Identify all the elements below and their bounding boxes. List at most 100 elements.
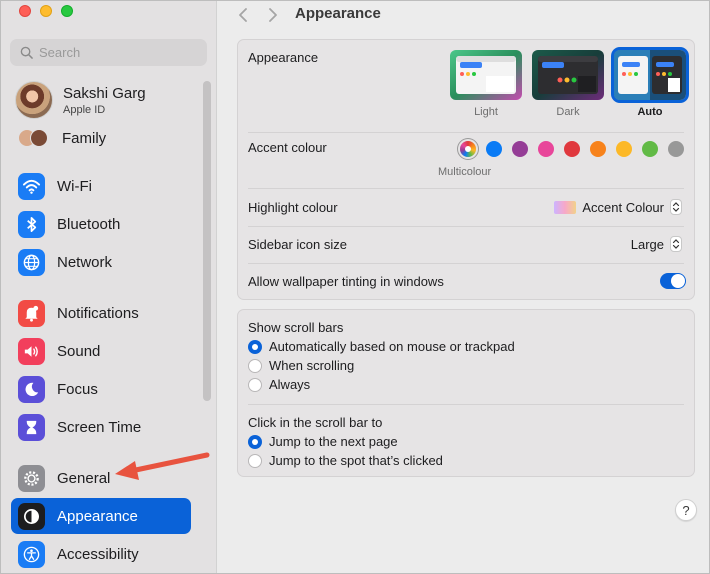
appearance-option-dark[interactable] xyxy=(532,50,604,100)
family-avatars xyxy=(18,128,52,148)
help-button[interactable]: ? xyxy=(675,499,697,521)
globe-icon xyxy=(18,248,45,276)
search-input[interactable] xyxy=(39,45,189,60)
sidebar-item-bluetooth[interactable]: Bluetooth xyxy=(11,206,191,242)
close-button[interactable] xyxy=(19,5,31,17)
avatar xyxy=(15,81,53,119)
hourglass-icon xyxy=(18,413,45,441)
sidebar-item-sound[interactable]: Sound xyxy=(11,333,191,369)
user-subtitle: Apple ID xyxy=(63,103,106,116)
system-settings-window: Sakshi Garg Apple ID Family Wi-Fi Blueto… xyxy=(0,0,710,574)
sidebar-item-label: Screen Time xyxy=(57,418,142,436)
divider xyxy=(248,188,684,189)
radio-button-selected[interactable] xyxy=(248,434,262,449)
wallpaper-tinting-toggle[interactable] xyxy=(660,273,686,289)
scroll-bar-settings-panel: Show scroll bars Automatically based on … xyxy=(237,309,695,477)
click-scroll-bar-label: Click in the scroll bar to xyxy=(248,415,383,430)
sidebar-item-family[interactable]: Family xyxy=(18,128,106,148)
accent-pink-swatch[interactable] xyxy=(538,141,554,157)
window-controls xyxy=(19,5,73,17)
accent-green-swatch[interactable] xyxy=(642,141,658,157)
radio-label: Jump to the next page xyxy=(269,434,398,449)
accent-red-swatch[interactable] xyxy=(564,141,580,157)
page-title: Appearance xyxy=(295,4,381,22)
sidebar-item-focus[interactable]: Focus xyxy=(11,371,191,407)
appearance-option-label: Dark xyxy=(556,106,580,118)
highlight-colour-value: Accent Colour xyxy=(582,199,664,215)
back-button[interactable] xyxy=(233,5,253,25)
appearance-option-label: Light xyxy=(474,106,498,118)
sidebar-item-label: Notifications xyxy=(57,304,139,322)
wallpaper-tinting-label: Allow wallpaper tinting in windows xyxy=(248,274,444,289)
sidebar-item-label: Wi-Fi xyxy=(57,177,92,195)
sidebar-icon-size-popup[interactable]: Large xyxy=(631,236,682,252)
scroll-bars-option-always[interactable]: Always xyxy=(248,377,310,392)
sidebar-item-accessibility[interactable]: Accessibility xyxy=(11,536,191,572)
search-field[interactable] xyxy=(10,39,207,66)
sidebar-item-label: Focus xyxy=(57,380,98,398)
radio-button[interactable] xyxy=(248,358,262,373)
sidebar-item-notifications[interactable]: Notifications xyxy=(11,295,191,331)
sidebar-scrollbar[interactable] xyxy=(203,81,211,401)
divider xyxy=(248,132,684,133)
sidebar-item-network[interactable]: Network xyxy=(11,244,191,280)
sidebar-icon-size-value: Large xyxy=(630,236,664,252)
sidebar-item-wifi[interactable]: Wi-Fi xyxy=(11,168,191,204)
scroll-bars-option-when-scrolling[interactable]: When scrolling xyxy=(248,358,354,373)
appearance-option-label: Auto xyxy=(637,106,663,118)
updown-chevron-icon xyxy=(670,199,682,215)
radio-label: When scrolling xyxy=(269,358,355,373)
sidebar-item-appearance[interactable]: Appearance xyxy=(11,498,191,534)
scroll-bars-option-automatic[interactable]: Automatically based on mouse or trackpad xyxy=(248,339,515,354)
accent-orange-swatch[interactable] xyxy=(590,141,606,157)
radio-label: Automatically based on mouse or trackpad xyxy=(269,339,515,354)
radio-button[interactable] xyxy=(248,377,262,392)
scroll-click-option-spot-clicked[interactable]: Jump to the spot that’s clicked xyxy=(248,453,443,468)
dark-preview-image xyxy=(532,50,604,100)
search-icon xyxy=(20,46,33,59)
appearance-option-light[interactable] xyxy=(450,50,522,100)
moon-icon xyxy=(18,375,45,403)
accessibility-icon xyxy=(18,540,45,568)
accent-selected-caption: Multicolour xyxy=(438,166,492,178)
accent-graphite-swatch[interactable] xyxy=(668,141,684,157)
bluetooth-icon xyxy=(18,210,45,238)
highlight-colour-popup[interactable]: Accent Colour xyxy=(554,199,682,215)
sidebar-icon-size-label: Sidebar icon size xyxy=(248,237,347,252)
speaker-icon xyxy=(18,337,45,365)
user-name: Sakshi Garg xyxy=(63,84,146,102)
radio-label: Always xyxy=(269,377,311,392)
sidebar-item-label: Accessibility xyxy=(57,545,139,563)
scroll-click-option-next-page[interactable]: Jump to the next page xyxy=(248,434,398,449)
sidebar-item-screen-time[interactable]: Screen Time xyxy=(11,409,191,445)
radio-button-selected[interactable] xyxy=(248,339,262,354)
updown-chevron-icon xyxy=(670,236,682,252)
auto-preview-image xyxy=(614,50,686,100)
forward-button[interactable] xyxy=(263,5,283,25)
accent-multicolour-swatch[interactable] xyxy=(460,141,476,157)
chevron-right-icon xyxy=(269,8,277,22)
apple-id-account[interactable]: Sakshi Garg Apple ID xyxy=(15,81,146,119)
gear-icon xyxy=(18,464,45,492)
appearance-label: Appearance xyxy=(248,50,319,65)
accent-purple-swatch[interactable] xyxy=(512,141,528,157)
accent-yellow-swatch[interactable] xyxy=(616,141,632,157)
bell-icon xyxy=(18,299,45,327)
family-label: Family xyxy=(62,129,107,147)
appearance-option-auto[interactable] xyxy=(614,50,686,100)
divider xyxy=(248,263,684,264)
zoom-button[interactable] xyxy=(61,5,73,17)
appearance-icon xyxy=(18,502,45,530)
highlight-colour-label: Highlight colour xyxy=(248,200,338,215)
minimize-button[interactable] xyxy=(40,5,52,17)
divider xyxy=(248,226,684,227)
sidebar-item-label: Bluetooth xyxy=(57,215,121,233)
radio-label: Jump to the spot that’s clicked xyxy=(269,453,443,468)
light-preview-image xyxy=(450,50,522,100)
show-scroll-bars-label: Show scroll bars xyxy=(248,320,344,335)
highlight-swatch xyxy=(554,200,577,214)
chevron-left-icon xyxy=(239,8,247,22)
sidebar: Sakshi Garg Apple ID Family Wi-Fi Blueto… xyxy=(1,1,217,573)
accent-blue-swatch[interactable] xyxy=(486,141,502,157)
radio-button[interactable] xyxy=(248,453,262,468)
